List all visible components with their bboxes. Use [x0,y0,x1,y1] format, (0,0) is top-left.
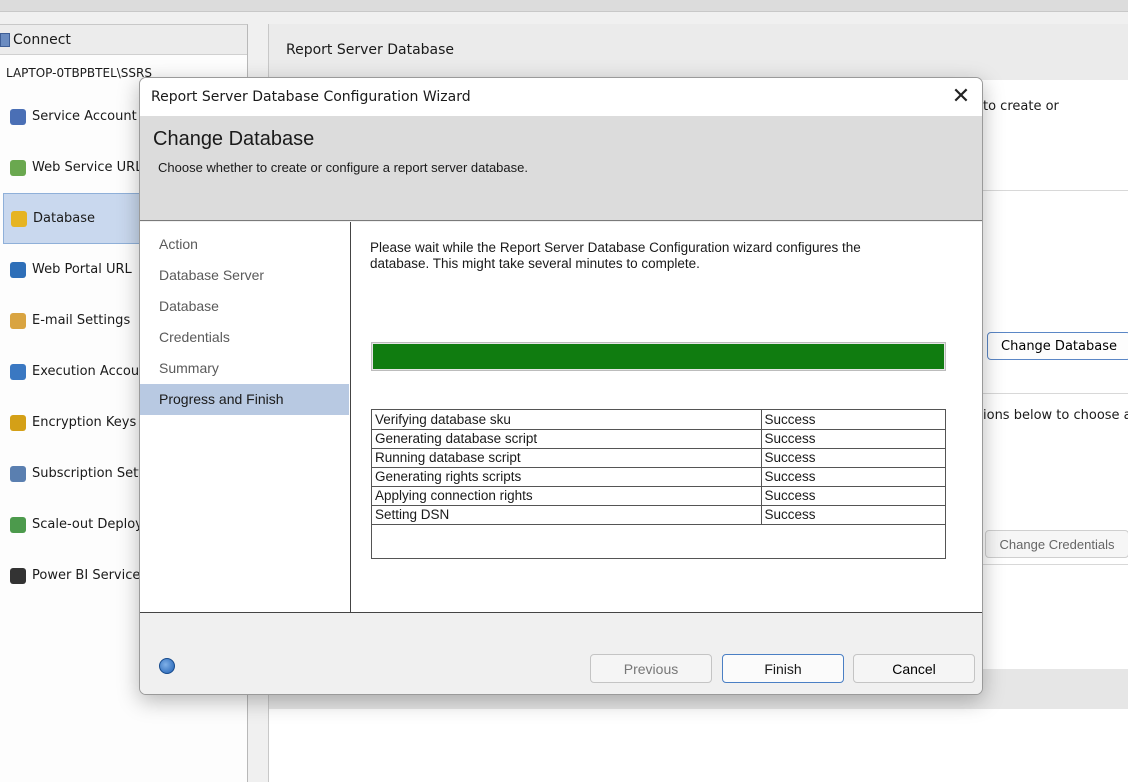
results-table: Verifying database sku Success Generating… [371,409,946,559]
wizard-dialog: Report Server Database Configuration Wiz… [139,77,983,695]
dialog-title: Report Server Database Configuration Wiz… [151,89,471,105]
database-description-text: to create or [983,99,1059,114]
table-row: Applying connection rights Success [372,485,945,506]
nav-item-label: E-mail Settings [32,313,131,328]
subscription-icon [10,465,26,482]
wizard-steps: Action Database Server Database Credenti… [140,222,351,612]
divider [969,190,1128,191]
database-icon [11,210,27,227]
wizard-step-database[interactable]: Database [140,291,350,322]
key-icon [10,414,26,431]
task-status: Success [760,410,945,430]
nav-item-label: Execution Account [32,364,153,379]
task-name: Generating database script [372,428,762,449]
connect-icon [0,32,10,47]
email-icon [10,312,26,329]
wizard-step-database-server[interactable]: Database Server [140,260,350,291]
dialog-heading: Change Database [153,128,315,150]
service-account-icon [10,108,26,125]
dialog-header: Change Database Choose whether to create… [140,116,982,221]
wizard-step-progress-and-finish[interactable]: Progress and Finish [140,384,349,415]
network-icon [10,516,26,533]
nav-item-label: Web Portal URL [32,262,132,277]
dialog-subheading: Choose whether to create or configure a … [158,160,528,175]
task-name: Verifying database sku [372,410,762,430]
chart-icon [10,567,26,584]
user-account-icon [10,363,26,380]
table-row: Generating rights scripts Success [372,466,945,487]
task-status: Success [760,466,945,487]
change-database-button[interactable]: Change Database [987,332,1128,360]
wizard-step-action[interactable]: Action [140,229,350,260]
dialog-title-bar[interactable]: Report Server Database Configuration Wiz… [140,78,982,116]
cancel-button[interactable]: Cancel [853,654,975,683]
help-icon[interactable] [159,658,175,674]
table-row: Generating database script Success [372,428,945,449]
nav-item-label: Service Account [32,109,137,124]
divider [969,393,1128,394]
wizard-step-summary[interactable]: Summary [140,353,350,384]
web-service-icon [10,159,26,176]
nav-item-label: Database [33,211,96,226]
change-credentials-button[interactable]: Change Credentials [985,530,1128,558]
task-status: Success [760,447,945,468]
connect-button[interactable]: Connect [0,25,247,55]
dialog-footer: Previous Finish Cancel [140,614,982,694]
finish-button[interactable]: Finish [722,654,844,683]
table-row: Verifying database sku Success [372,410,945,430]
wizard-step-credentials[interactable]: Credentials [140,322,350,353]
nav-item-label: Encryption Keys [32,415,137,430]
task-status: Success [760,504,945,525]
dialog-body: Action Database Server Database Credenti… [140,222,982,613]
window-top-bar [0,0,1128,12]
wizard-content: Please wait while the Report Server Data… [351,222,982,612]
progress-bar [371,342,946,371]
previous-button[interactable]: Previous [590,654,712,683]
page-title: Report Server Database [269,24,1128,80]
divider [969,564,1128,565]
task-name: Running database script [372,447,762,468]
task-status: Success [760,428,945,449]
table-row: Running database script Success [372,447,945,468]
progress-message: Please wait while the Report Server Data… [370,240,861,271]
task-name: Setting DSN [372,504,762,525]
progress-bar-fill [373,344,944,369]
table-row: Setting DSN Success [372,504,945,525]
task-name: Generating rights scripts [372,466,762,487]
globe-icon [10,261,26,278]
credentials-description-text: ions below to choose a [983,408,1128,423]
nav-item-label: Web Service URL [32,160,143,175]
close-icon[interactable]: ✕ [940,78,982,116]
task-name: Applying connection rights [372,485,762,506]
task-status: Success [760,485,945,506]
connect-label: Connect [13,31,71,48]
